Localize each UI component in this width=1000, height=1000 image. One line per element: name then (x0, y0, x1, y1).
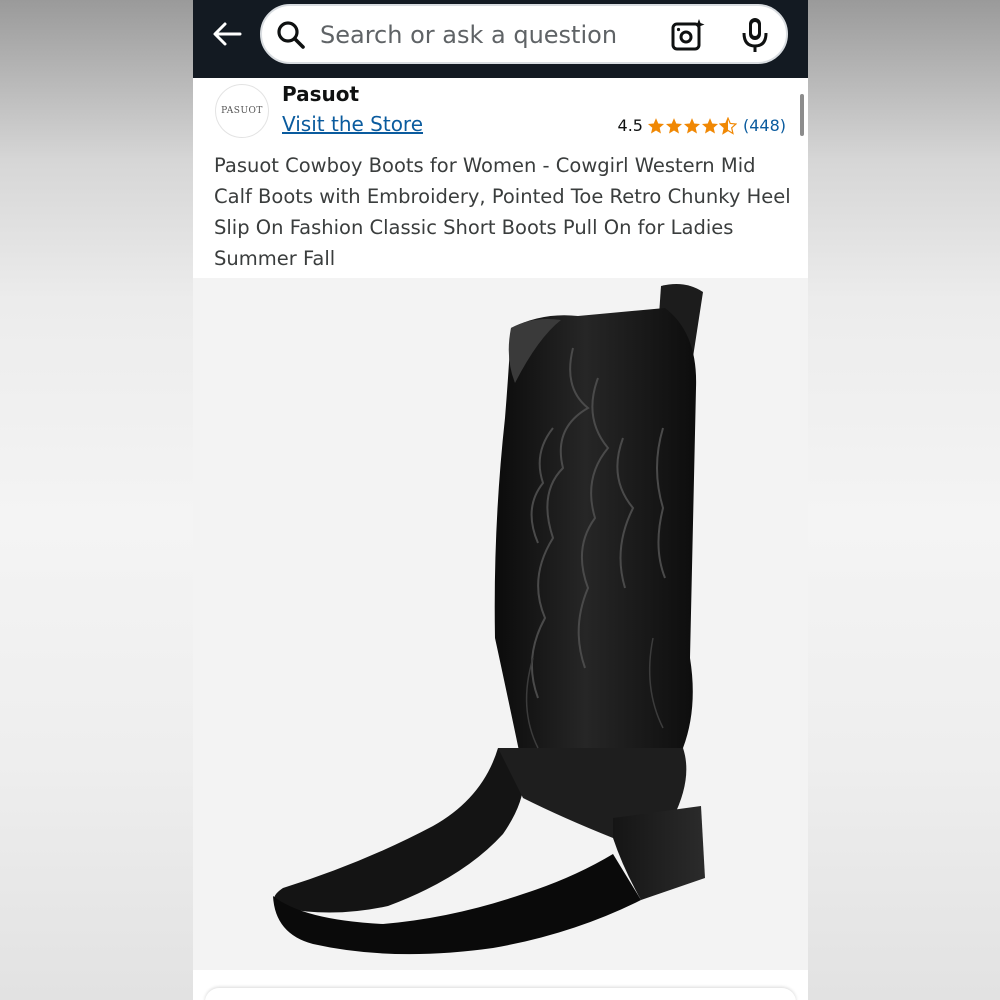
cowboy-boot-image (273, 284, 705, 955)
search-icon (277, 21, 305, 49)
phone-screen: PASUOT Pasuot Visit the Store 4.5 (448) … (193, 0, 808, 1000)
top-search-bar (193, 0, 808, 78)
star-half-icon (718, 116, 737, 135)
store-row: PASUOT Pasuot Visit the Store 4.5 (448) (193, 78, 808, 148)
search-box[interactable] (260, 4, 788, 64)
review-count-link[interactable]: (448) (743, 116, 786, 135)
scrollbar[interactable] (800, 94, 804, 136)
product-image[interactable] (193, 278, 808, 970)
star-full-icon (683, 117, 700, 133)
store-logo[interactable]: PASUOT (215, 84, 269, 138)
rating-summary[interactable]: 4.5 (448) (618, 116, 786, 135)
star-full-icon (647, 117, 664, 133)
store-logo-text: PASUOT (221, 106, 263, 116)
microphone-icon[interactable] (740, 16, 770, 54)
store-name: Pasuot (282, 82, 360, 106)
star-rating (647, 116, 737, 135)
back-arrow-icon (213, 22, 242, 46)
search-input[interactable] (318, 14, 652, 56)
camera-lens-icon[interactable] (670, 18, 706, 52)
star-full-icon (665, 117, 682, 133)
product-title: Pasuot Cowboy Boots for Women - Cowgirl … (214, 154, 791, 270)
visit-store-link[interactable]: Visit the Store (282, 112, 423, 136)
rating-value: 4.5 (617, 116, 643, 135)
bottom-card (205, 988, 796, 1000)
back-button[interactable] (207, 14, 247, 54)
star-full-icon (701, 117, 718, 133)
